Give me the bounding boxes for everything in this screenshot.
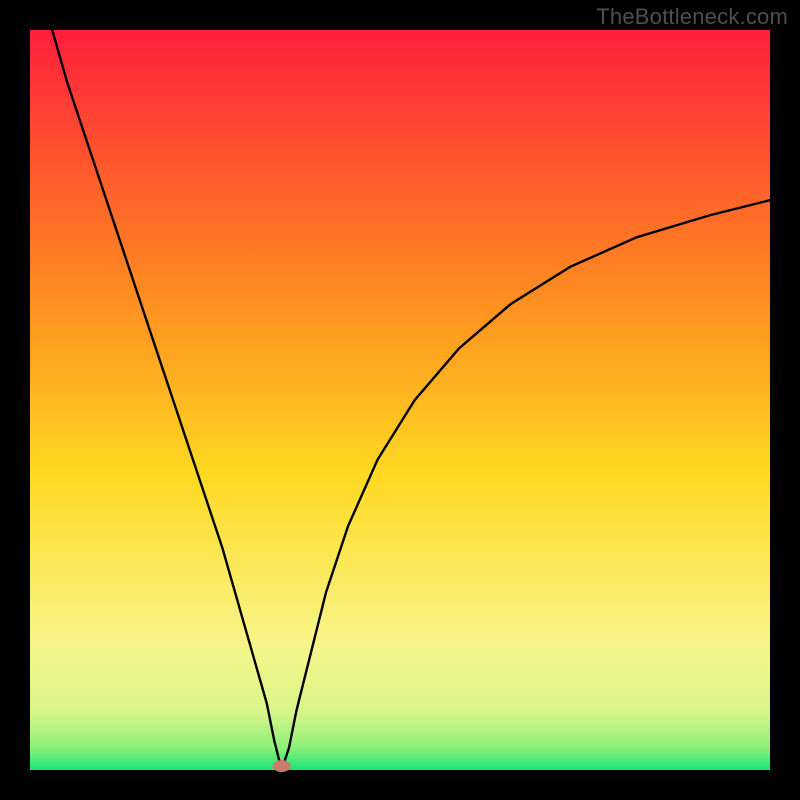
chart-svg	[0, 0, 800, 800]
chart-frame: TheBottleneck.com	[0, 0, 800, 800]
gradient-background	[30, 30, 770, 770]
watermark-text: TheBottleneck.com	[596, 4, 788, 30]
minimum-marker	[273, 760, 291, 772]
